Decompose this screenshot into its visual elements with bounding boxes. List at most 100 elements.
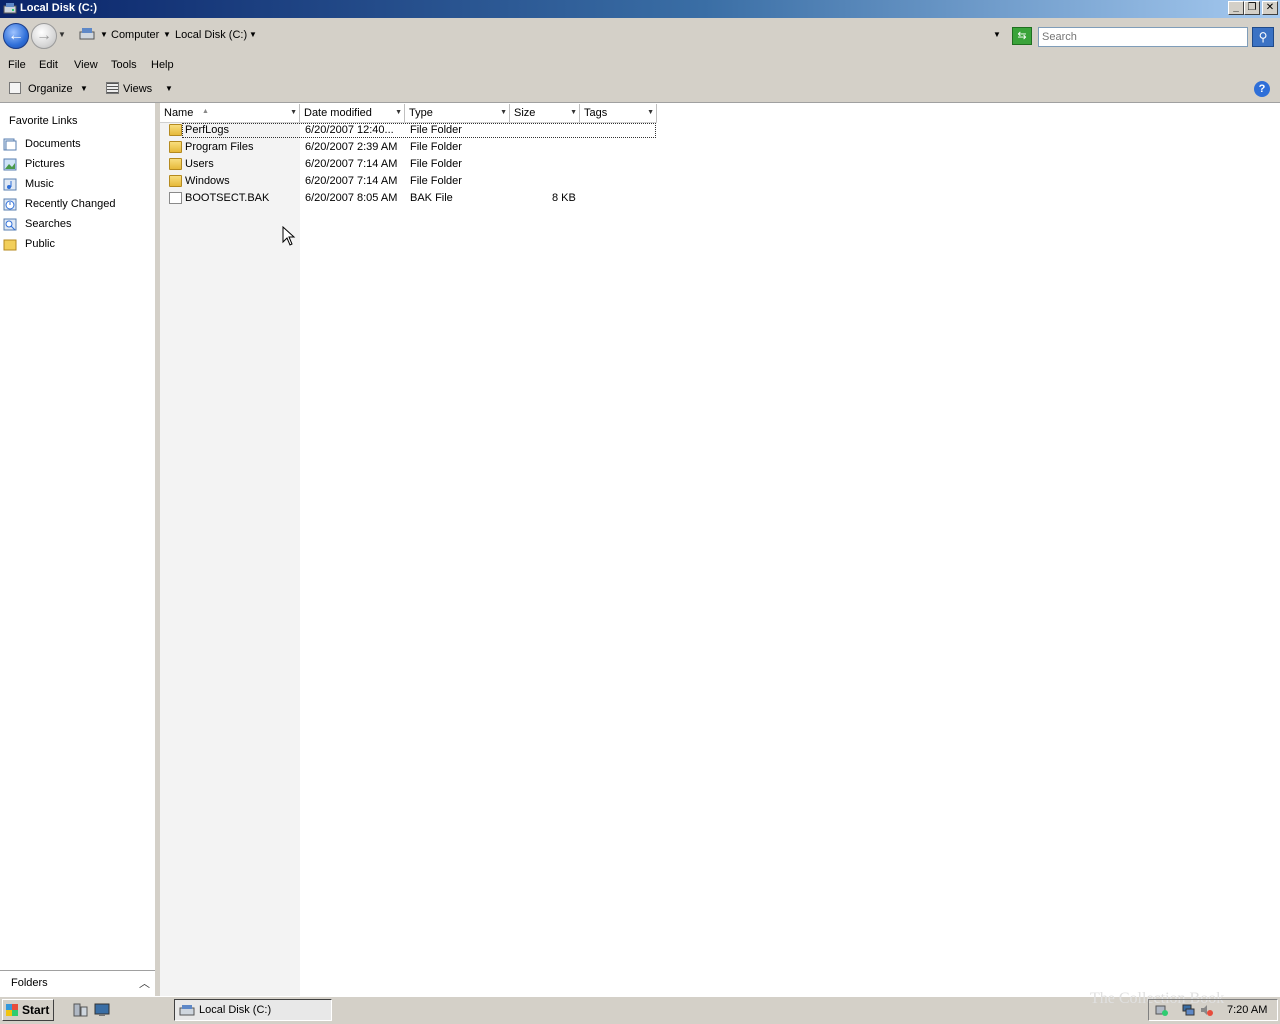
nav-item-label: Recently Changed <box>25 198 116 210</box>
clock[interactable]: 7:20 AM <box>1227 1004 1267 1016</box>
breadcrumb-local-disk[interactable]: Local Disk (C:) <box>175 29 247 41</box>
chevron-down-icon[interactable]: ▼ <box>500 109 507 116</box>
breadcrumb-computer[interactable]: Computer <box>111 29 159 41</box>
column-header-label: Date modified <box>304 107 372 119</box>
file-date: 6/20/2007 7:14 AM <box>305 158 398 170</box>
nav-item-music[interactable]: Music <box>0 176 155 194</box>
drive-icon <box>3 2 17 15</box>
show-desktop-icon[interactable] <box>94 1003 110 1017</box>
network-icon[interactable] <box>1182 1004 1195 1016</box>
file-icon <box>169 192 182 204</box>
column-header-label: Name <box>164 107 194 119</box>
column-header-name[interactable]: Name ▲ ▼ <box>160 104 300 122</box>
recently-changed-icon <box>3 198 17 211</box>
sorted-column-highlight <box>160 122 300 996</box>
chevron-down-icon[interactable]: ▼ <box>165 84 173 93</box>
help-button[interactable]: ? <box>1254 81 1270 97</box>
menu-help[interactable]: Help <box>151 59 174 71</box>
file-date: 6/20/2007 2:39 AM <box>305 141 398 153</box>
chevron-down-icon[interactable]: ▼ <box>395 109 402 116</box>
file-type: File Folder <box>410 158 462 170</box>
file-type: File Folder <box>410 141 462 153</box>
file-type: BAK File <box>410 192 453 204</box>
title-bar[interactable] <box>0 0 1280 18</box>
server-manager-icon[interactable] <box>72 1003 88 1017</box>
menu-edit[interactable]: Edit <box>39 59 58 71</box>
nav-item-public[interactable]: Public <box>0 236 155 254</box>
file-name: Windows <box>185 175 230 187</box>
taskbar-window-label: Local Disk (C:) <box>199 1004 272 1016</box>
search-button[interactable]: ⚲ <box>1252 27 1274 47</box>
restore-button[interactable]: ❐ <box>1244 1 1260 15</box>
column-header-size[interactable]: Size ▼ <box>510 104 580 122</box>
file-size: 8 KB <box>552 192 576 204</box>
close-button[interactable]: ✕ <box>1262 1 1278 15</box>
window-title: Local Disk (C:) <box>20 2 98 14</box>
search-input[interactable] <box>1038 27 1248 47</box>
security-shield-icon[interactable] <box>1155 1004 1168 1016</box>
column-header-label: Tags <box>584 107 608 119</box>
nav-item-searches[interactable]: Searches <box>0 216 155 234</box>
pictures-icon <box>3 158 17 171</box>
music-icon <box>3 178 17 191</box>
focus-rectangle <box>182 123 656 138</box>
column-header-date-modified[interactable]: Date modified ▼ <box>300 104 405 122</box>
menu-file[interactable]: File <box>8 59 26 71</box>
menu-view[interactable]: View <box>74 59 98 71</box>
refresh-button[interactable]: ⇆ <box>1012 27 1032 45</box>
file-name: BOOTSECT.BAK <box>185 192 270 204</box>
chevron-down-icon[interactable]: ▼ <box>249 30 257 39</box>
forward-button[interactable]: → <box>31 23 57 49</box>
file-row[interactable]: Program Files 6/20/2007 2:39 AM File Fol… <box>160 139 657 156</box>
file-name: Users <box>185 158 214 170</box>
organize-button[interactable]: Organize <box>28 83 73 95</box>
chevron-down-icon[interactable]: ▼ <box>163 30 171 39</box>
menu-tools[interactable]: Tools <box>111 59 137 71</box>
arrow-right-icon: → <box>36 27 52 44</box>
file-row[interactable]: BOOTSECT.BAK 6/20/2007 8:05 AM BAK File … <box>160 190 657 207</box>
column-header-type[interactable]: Type ▼ <box>405 104 510 122</box>
volume-muted-icon[interactable] <box>1200 1004 1213 1016</box>
nav-item-pictures[interactable]: Pictures <box>0 156 155 174</box>
file-name: Program Files <box>185 141 254 153</box>
views-button[interactable]: Views <box>123 83 152 95</box>
address-history-chevron-icon[interactable]: ▼ <box>993 30 1001 39</box>
folder-icon <box>169 124 182 136</box>
favorite-links-header: Favorite Links <box>9 115 78 127</box>
chevron-down-icon[interactable]: ▼ <box>100 30 108 39</box>
minimize-button[interactable]: _ <box>1228 1 1244 15</box>
chevron-down-icon[interactable]: ▼ <box>647 109 654 116</box>
file-row[interactable]: Users 6/20/2007 7:14 AM File Folder <box>160 156 657 173</box>
nav-item-recently-changed[interactable]: Recently Changed <box>0 196 155 214</box>
sort-ascending-icon: ▲ <box>202 108 209 115</box>
file-list <box>160 103 1280 996</box>
chevron-down-icon[interactable]: ▼ <box>570 109 577 116</box>
menu-bar <box>0 56 1280 76</box>
chevron-up-icon[interactable]: ︿ <box>139 975 150 991</box>
start-label: Start <box>22 1003 50 1017</box>
file-type: File Folder <box>410 175 462 187</box>
chevron-down-icon[interactable]: ▼ <box>290 109 297 116</box>
nav-item-label: Searches <box>25 218 72 230</box>
mouse-cursor-icon <box>282 225 296 246</box>
nav-item-documents[interactable]: Documents <box>0 136 155 154</box>
command-bar <box>0 76 1280 103</box>
column-header-label: Type <box>409 107 433 119</box>
back-button[interactable]: ← <box>3 23 29 49</box>
views-icon <box>106 82 119 94</box>
drive-icon <box>179 1004 195 1017</box>
chevron-down-icon[interactable]: ▼ <box>80 84 88 93</box>
file-date: 6/20/2007 7:14 AM <box>305 175 398 187</box>
file-row[interactable]: Windows 6/20/2007 7:14 AM File Folder <box>160 173 657 190</box>
folders-label: Folders <box>11 977 48 989</box>
nav-item-label: Documents <box>25 138 81 150</box>
column-header-label: Size <box>514 107 536 119</box>
column-header-tags[interactable]: Tags ▼ <box>580 104 657 122</box>
windows-logo-icon <box>6 1004 18 1016</box>
arrow-left-icon: ← <box>8 27 24 44</box>
start-button[interactable]: Start <box>2 999 54 1021</box>
nav-item-label: Pictures <box>25 158 65 170</box>
recent-pages-chevron-icon[interactable]: ▼ <box>58 30 66 39</box>
taskbar-window-button[interactable]: Local Disk (C:) <box>174 999 332 1021</box>
search-icon: ⚲ <box>1258 30 1268 44</box>
